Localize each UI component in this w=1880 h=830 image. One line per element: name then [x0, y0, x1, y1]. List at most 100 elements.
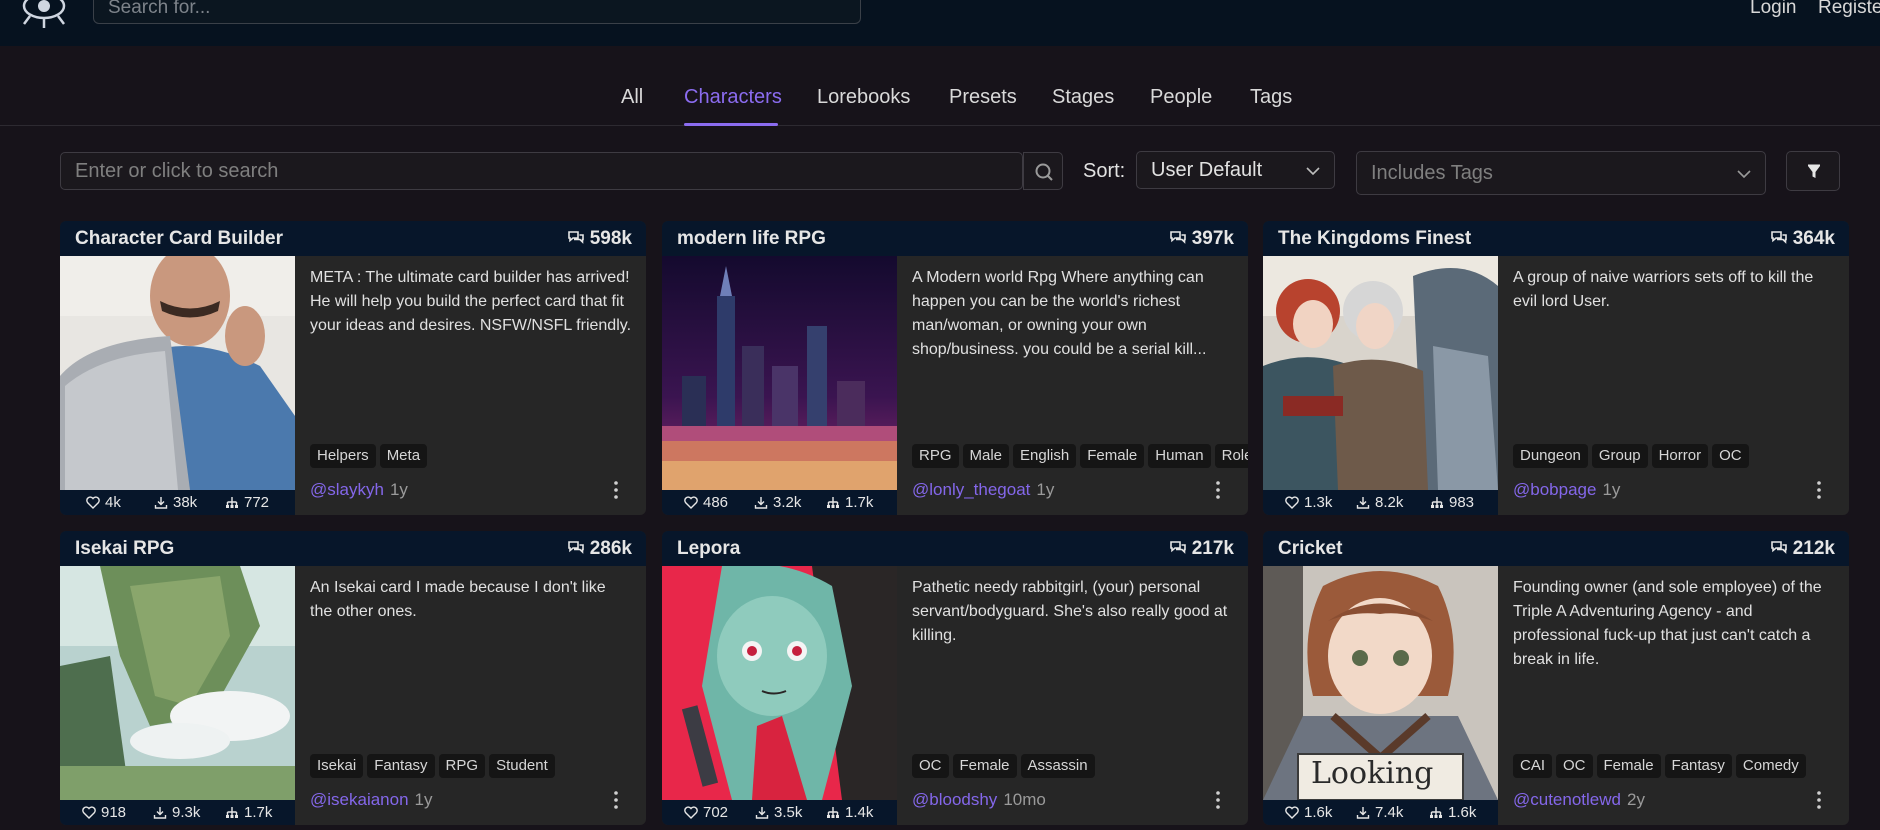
- tag-chip[interactable]: RPG: [438, 754, 486, 778]
- card-title[interactable]: modern life RPG: [677, 228, 826, 250]
- tag-chip[interactable]: English: [1013, 444, 1077, 468]
- card-avatar-image[interactable]: [1263, 256, 1498, 490]
- tab-lorebooks[interactable]: Lorebooks: [817, 86, 910, 109]
- favorites-stat[interactable]: 486: [684, 494, 728, 511]
- eye-logo-icon[interactable]: [20, 0, 68, 32]
- forks-stat[interactable]: 1.6k: [1429, 804, 1476, 821]
- heart-icon: [684, 496, 698, 509]
- tag-chip[interactable]: Helpers: [310, 444, 376, 468]
- author-link[interactable]: @lonly_thegoat: [912, 480, 1030, 499]
- character-card[interactable]: The Kingdoms Finest 364k 1.3k 8.2k 983 A…: [1263, 221, 1849, 515]
- heart-icon: [684, 806, 698, 819]
- tag-chip[interactable]: Dungeon: [1513, 444, 1588, 468]
- character-card[interactable]: modern life RPG 397k 486 3.2k 1.7k A Mod…: [662, 221, 1248, 515]
- search-button[interactable]: [1023, 152, 1063, 190]
- more-options-icon[interactable]: [1213, 789, 1223, 811]
- author-link[interactable]: @isekaianon: [310, 790, 409, 809]
- tab-presets[interactable]: Presets: [949, 86, 1017, 109]
- tag-chip[interactable]: Assassin: [1020, 754, 1095, 778]
- filter-button[interactable]: [1786, 151, 1840, 191]
- author-link[interactable]: @slaykyh: [310, 480, 384, 499]
- tab-tags[interactable]: Tags: [1250, 86, 1292, 109]
- more-options-icon[interactable]: [611, 479, 621, 501]
- card-description: A group of naive warriors sets off to ki…: [1513, 269, 1814, 310]
- author-link[interactable]: @bloodshy: [912, 790, 997, 809]
- forks-stat[interactable]: 983: [1430, 494, 1474, 511]
- card-stats: 4k 38k 772: [60, 490, 295, 515]
- forks-stat[interactable]: 1.7k: [225, 804, 272, 821]
- tag-chip[interactable]: Role: [1214, 444, 1248, 468]
- chat-bubbles-icon: [1169, 231, 1186, 244]
- more-options-icon[interactable]: [1213, 479, 1223, 501]
- tag-chip[interactable]: Female: [1080, 444, 1145, 468]
- more-options-icon[interactable]: [611, 789, 621, 811]
- card-title[interactable]: Isekai RPG: [75, 538, 174, 560]
- tag-chip[interactable]: OC: [1712, 444, 1749, 468]
- downloads-stat[interactable]: 7.4k: [1356, 804, 1403, 821]
- favorites-stat[interactable]: 4k: [86, 494, 121, 511]
- tag-chip[interactable]: Student: [489, 754, 555, 778]
- global-search-input[interactable]: [93, 0, 861, 24]
- card-title[interactable]: Character Card Builder: [75, 228, 283, 250]
- tag-chip[interactable]: OC: [912, 754, 949, 778]
- card-avatar-image[interactable]: [662, 256, 897, 490]
- downloads-stat[interactable]: 3.2k: [754, 494, 801, 511]
- tag-chip[interactable]: Fantasy: [1664, 754, 1732, 778]
- fork-icon: [226, 807, 238, 818]
- card-avatar-image[interactable]: [662, 566, 897, 800]
- card-avatar-image[interactable]: [60, 566, 295, 800]
- card-title[interactable]: Lepora: [677, 538, 740, 560]
- tab-characters[interactable]: Characters: [684, 86, 782, 109]
- downloads-stat[interactable]: 9.3k: [153, 804, 200, 821]
- favorites-stat[interactable]: 918: [82, 804, 126, 821]
- character-card[interactable]: Lepora 217k 702 3.5k 1.4k Pathetic needy…: [662, 531, 1248, 825]
- author-link[interactable]: @cutenotlewd: [1513, 790, 1621, 809]
- card-age: 1y: [1602, 480, 1621, 499]
- login-link[interactable]: Login: [1750, 0, 1797, 19]
- tag-chip[interactable]: Human: [1148, 444, 1211, 468]
- more-options-icon[interactable]: [1814, 479, 1824, 501]
- downloads-stat[interactable]: 38k: [154, 494, 197, 511]
- tab-stages[interactable]: Stages: [1052, 86, 1114, 109]
- tag-chip[interactable]: Horror: [1651, 444, 1709, 468]
- card-title[interactable]: The Kingdoms Finest: [1278, 228, 1471, 250]
- more-options-icon[interactable]: [1814, 789, 1824, 811]
- tag-chip[interactable]: Meta: [379, 444, 428, 468]
- favorites-stat[interactable]: 702: [684, 804, 728, 821]
- card-search-input[interactable]: [61, 153, 1024, 189]
- character-card[interactable]: Isekai RPG 286k 918 9.3k 1.7k An Isekai …: [60, 531, 646, 825]
- sort-select[interactable]: User Default: [1136, 151, 1335, 189]
- tag-chip[interactable]: Female: [952, 754, 1017, 778]
- card-tags: OC Female Assassin: [912, 754, 1248, 780]
- card-search-field[interactable]: [60, 152, 1024, 190]
- card-title[interactable]: Cricket: [1278, 538, 1342, 560]
- tag-chip[interactable]: CAI: [1513, 754, 1553, 778]
- register-link[interactable]: Registe: [1818, 0, 1880, 19]
- download-icon: [1356, 807, 1370, 819]
- author-link[interactable]: @bobpage: [1513, 480, 1596, 499]
- character-card[interactable]: Character Card Builder 598k 4k 38k 772 M…: [60, 221, 646, 515]
- forks-stat[interactable]: 1.4k: [826, 804, 873, 821]
- includes-tags-select[interactable]: Includes Tags: [1356, 151, 1766, 195]
- card-avatar-image[interactable]: [60, 256, 295, 490]
- tag-chip[interactable]: RPG: [912, 444, 959, 468]
- favorites-stat[interactable]: 1.3k: [1285, 494, 1332, 511]
- tag-chip[interactable]: Female: [1596, 754, 1661, 778]
- downloads-stat[interactable]: 3.5k: [755, 804, 802, 821]
- tag-chip[interactable]: Group: [1591, 444, 1648, 468]
- tag-chip[interactable]: Fantasy: [367, 754, 435, 778]
- character-card[interactable]: Cricket 212k Looking 1.6k 7.4k 1.6k Foun…: [1263, 531, 1849, 825]
- forks-stat[interactable]: 772: [225, 494, 269, 511]
- tab-all[interactable]: All: [621, 86, 643, 109]
- downloads-stat[interactable]: 8.2k: [1356, 494, 1403, 511]
- tag-chip[interactable]: OC: [1556, 754, 1593, 778]
- card-avatar-image[interactable]: Looking: [1263, 566, 1498, 800]
- favorites-stat[interactable]: 1.6k: [1285, 804, 1332, 821]
- tab-people[interactable]: People: [1150, 86, 1212, 109]
- card-author-line: @isekaianon 1y: [310, 790, 433, 810]
- tag-chip[interactable]: Male: [962, 444, 1010, 468]
- card-stats: 702 3.5k 1.4k: [662, 800, 897, 825]
- tag-chip[interactable]: Comedy: [1735, 754, 1806, 778]
- tag-chip[interactable]: Isekai: [310, 754, 364, 778]
- forks-stat[interactable]: 1.7k: [826, 494, 873, 511]
